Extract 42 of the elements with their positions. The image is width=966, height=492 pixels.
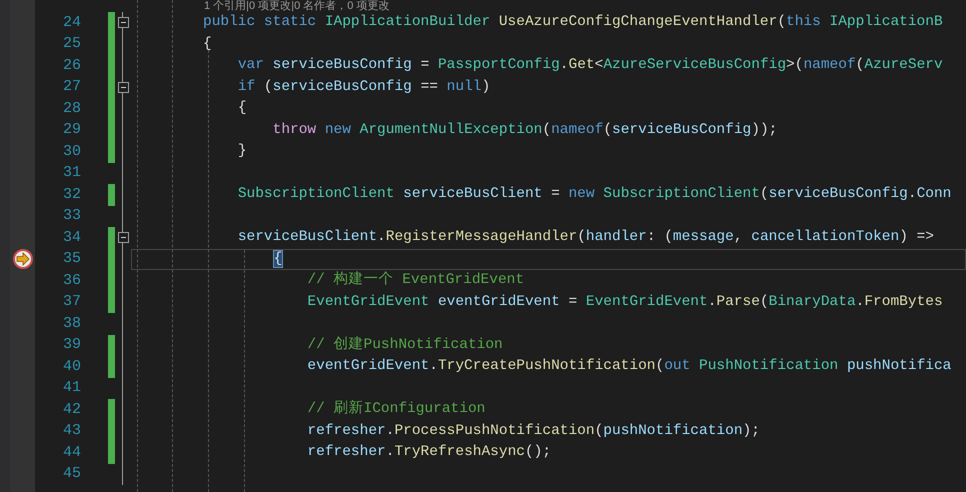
line-number: 38	[62, 314, 81, 334]
line-number: 37	[62, 292, 81, 312]
code-lens-info: 1 个引用|0 项更改|0 名作者，0 项更改	[204, 0, 390, 12]
code-line: eventGridEvent.TryCreatePushNotification(out PushNotification pushNotifica	[306, 357, 952, 376]
code-line: refresher.ProcessPushNotification(pushNotification);	[306, 422, 760, 441]
line-number: 45	[62, 464, 81, 484]
collapse-toggle[interactable]	[118, 17, 128, 28]
line-number: 40	[62, 356, 81, 376]
code-line: // 创建PushNotification	[306, 335, 503, 355]
line-number: 44	[62, 442, 81, 462]
line-number: 24	[62, 12, 81, 32]
line-number: 35	[62, 249, 81, 269]
line-number: 34	[62, 228, 81, 248]
code-line: throw new ArgumentNullException(nameof(serviceBusConfig));	[272, 120, 778, 140]
line-number: 26	[62, 56, 81, 76]
code-line: EventGridEvent eventGridEvent = EventGridEvent.Parse(BinaryData.FromBytes	[306, 292, 943, 312]
line-number: 41	[62, 378, 81, 398]
line-number: 33	[62, 206, 81, 226]
line-number: 42	[62, 400, 81, 420]
code-line: refresher.TryRefreshAsync();	[306, 443, 552, 462]
code-line: // 刷新IConfiguration	[306, 399, 486, 420]
line-number: 43	[62, 421, 81, 441]
line-number: 39	[62, 335, 81, 355]
line-number: 28	[62, 98, 81, 118]
line-number: 25	[62, 34, 81, 54]
line-number: 29	[62, 120, 81, 140]
code-line: SubscriptionClient serviceBusClient = new SubscriptionClient(serviceBusConfig.Conn	[236, 185, 952, 204]
code-line: {	[236, 99, 247, 118]
collapse-toggle[interactable]	[118, 232, 128, 244]
collapse-toggle[interactable]	[118, 82, 128, 93]
line-number: 30	[62, 142, 81, 162]
code-line: var serviceBusConfig = PassportConfig.Get<AzureServiceBusConfig>(nameof(AzureServ	[236, 56, 943, 76]
code-line: if (serviceBusConfig == null)	[236, 78, 490, 97]
code-line: {	[203, 34, 212, 54]
line-number: 32	[62, 184, 81, 204]
code-line: // 构建一个 EventGridEvent	[306, 270, 524, 290]
line-number: 31	[62, 163, 81, 183]
line-number: 36	[62, 270, 81, 290]
code-line: serviceBusClient.RegisterMessageHandler(handler: (message, cancellationToken) =>	[236, 228, 934, 248]
line-number: 27	[62, 77, 81, 97]
code-line: }	[236, 142, 247, 162]
code-line: public static IApplicationBuilder UseAzureConfigChangeEventHandler(this IApplicationB	[203, 13, 943, 32]
